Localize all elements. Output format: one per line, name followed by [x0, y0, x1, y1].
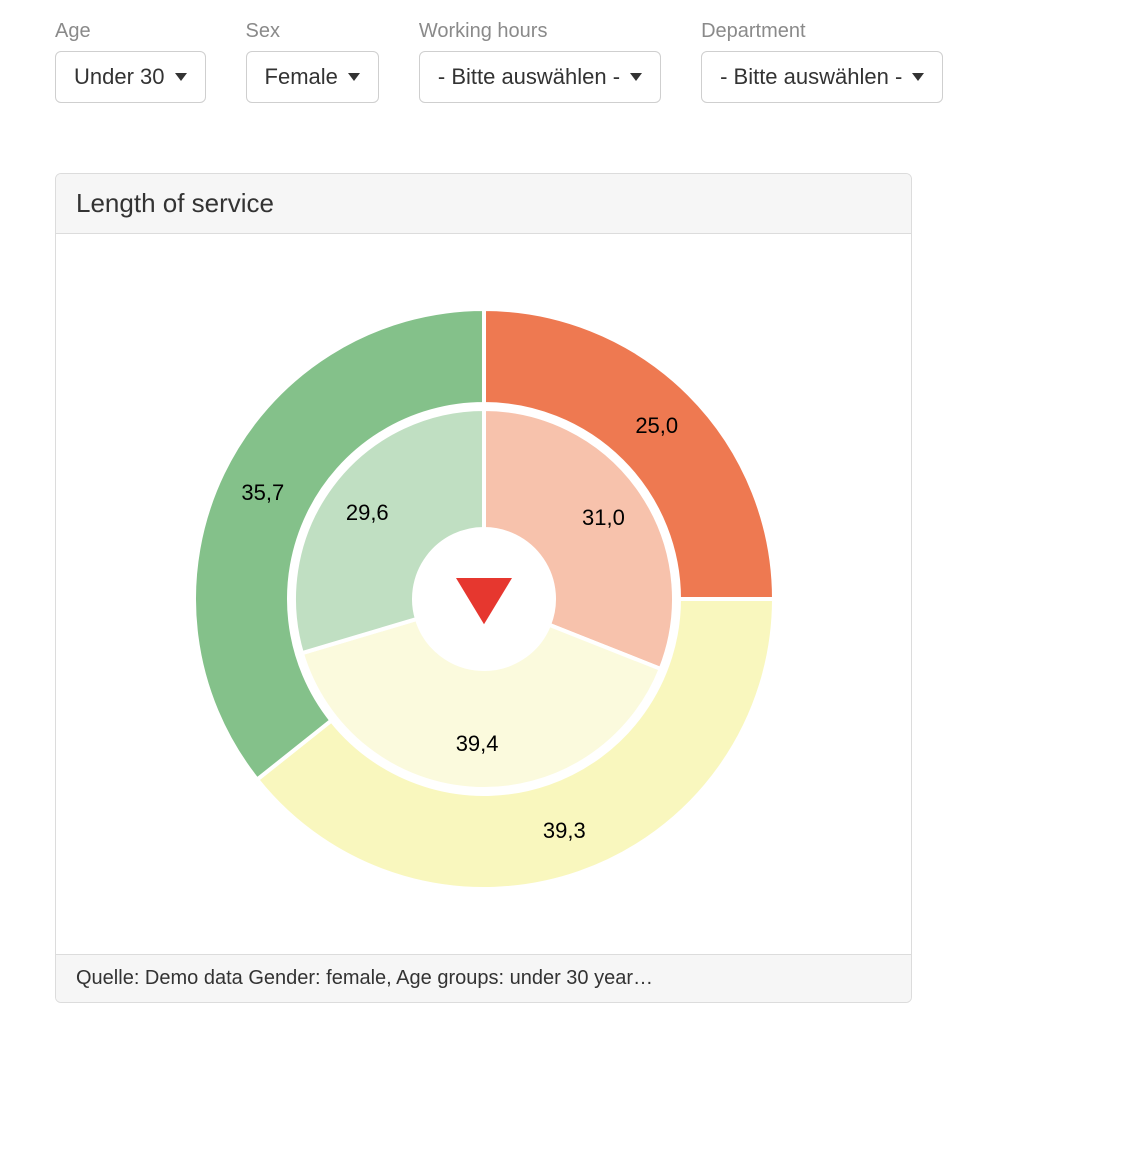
panel-footer: Quelle: Demo data Gender: female, Age gr… — [56, 954, 911, 1002]
filter-sex: Sex Female — [246, 20, 379, 103]
filter-age-label: Age — [55, 20, 206, 43]
age-dropdown-value: Under 30 — [74, 64, 165, 90]
working-hours-dropdown[interactable]: - Bitte auswählen - — [419, 51, 661, 103]
age-dropdown[interactable]: Under 30 — [55, 51, 206, 103]
caret-down-icon — [348, 73, 360, 81]
filter-working-hours-label: Working hours — [419, 20, 661, 43]
filter-bar: Age Under 30 Sex Female Working hours - … — [55, 20, 1110, 103]
filter-department-label: Department — [701, 20, 943, 43]
caret-down-icon — [912, 73, 924, 81]
filter-sex-label: Sex — [246, 20, 379, 43]
length-of-service-panel: Length of service 25,039,335,731,039,429… — [55, 173, 912, 1003]
filter-working-hours: Working hours - Bitte auswählen - — [419, 20, 661, 103]
department-dropdown-value: - Bitte auswählen - — [720, 64, 902, 90]
department-dropdown[interactable]: - Bitte auswählen - — [701, 51, 943, 103]
working-hours-dropdown-value: - Bitte auswählen - — [438, 64, 620, 90]
donut-chart: 25,039,335,731,039,429,6 — [174, 289, 794, 909]
filter-department: Department - Bitte auswählen - — [701, 20, 943, 103]
sex-dropdown[interactable]: Female — [246, 51, 379, 103]
panel-body: 25,039,335,731,039,429,6 — [56, 234, 911, 954]
panel-title: Length of service — [56, 174, 911, 234]
caret-down-icon — [175, 73, 187, 81]
caret-down-icon — [630, 73, 642, 81]
sex-dropdown-value: Female — [265, 64, 338, 90]
filter-age: Age Under 30 — [55, 20, 206, 103]
